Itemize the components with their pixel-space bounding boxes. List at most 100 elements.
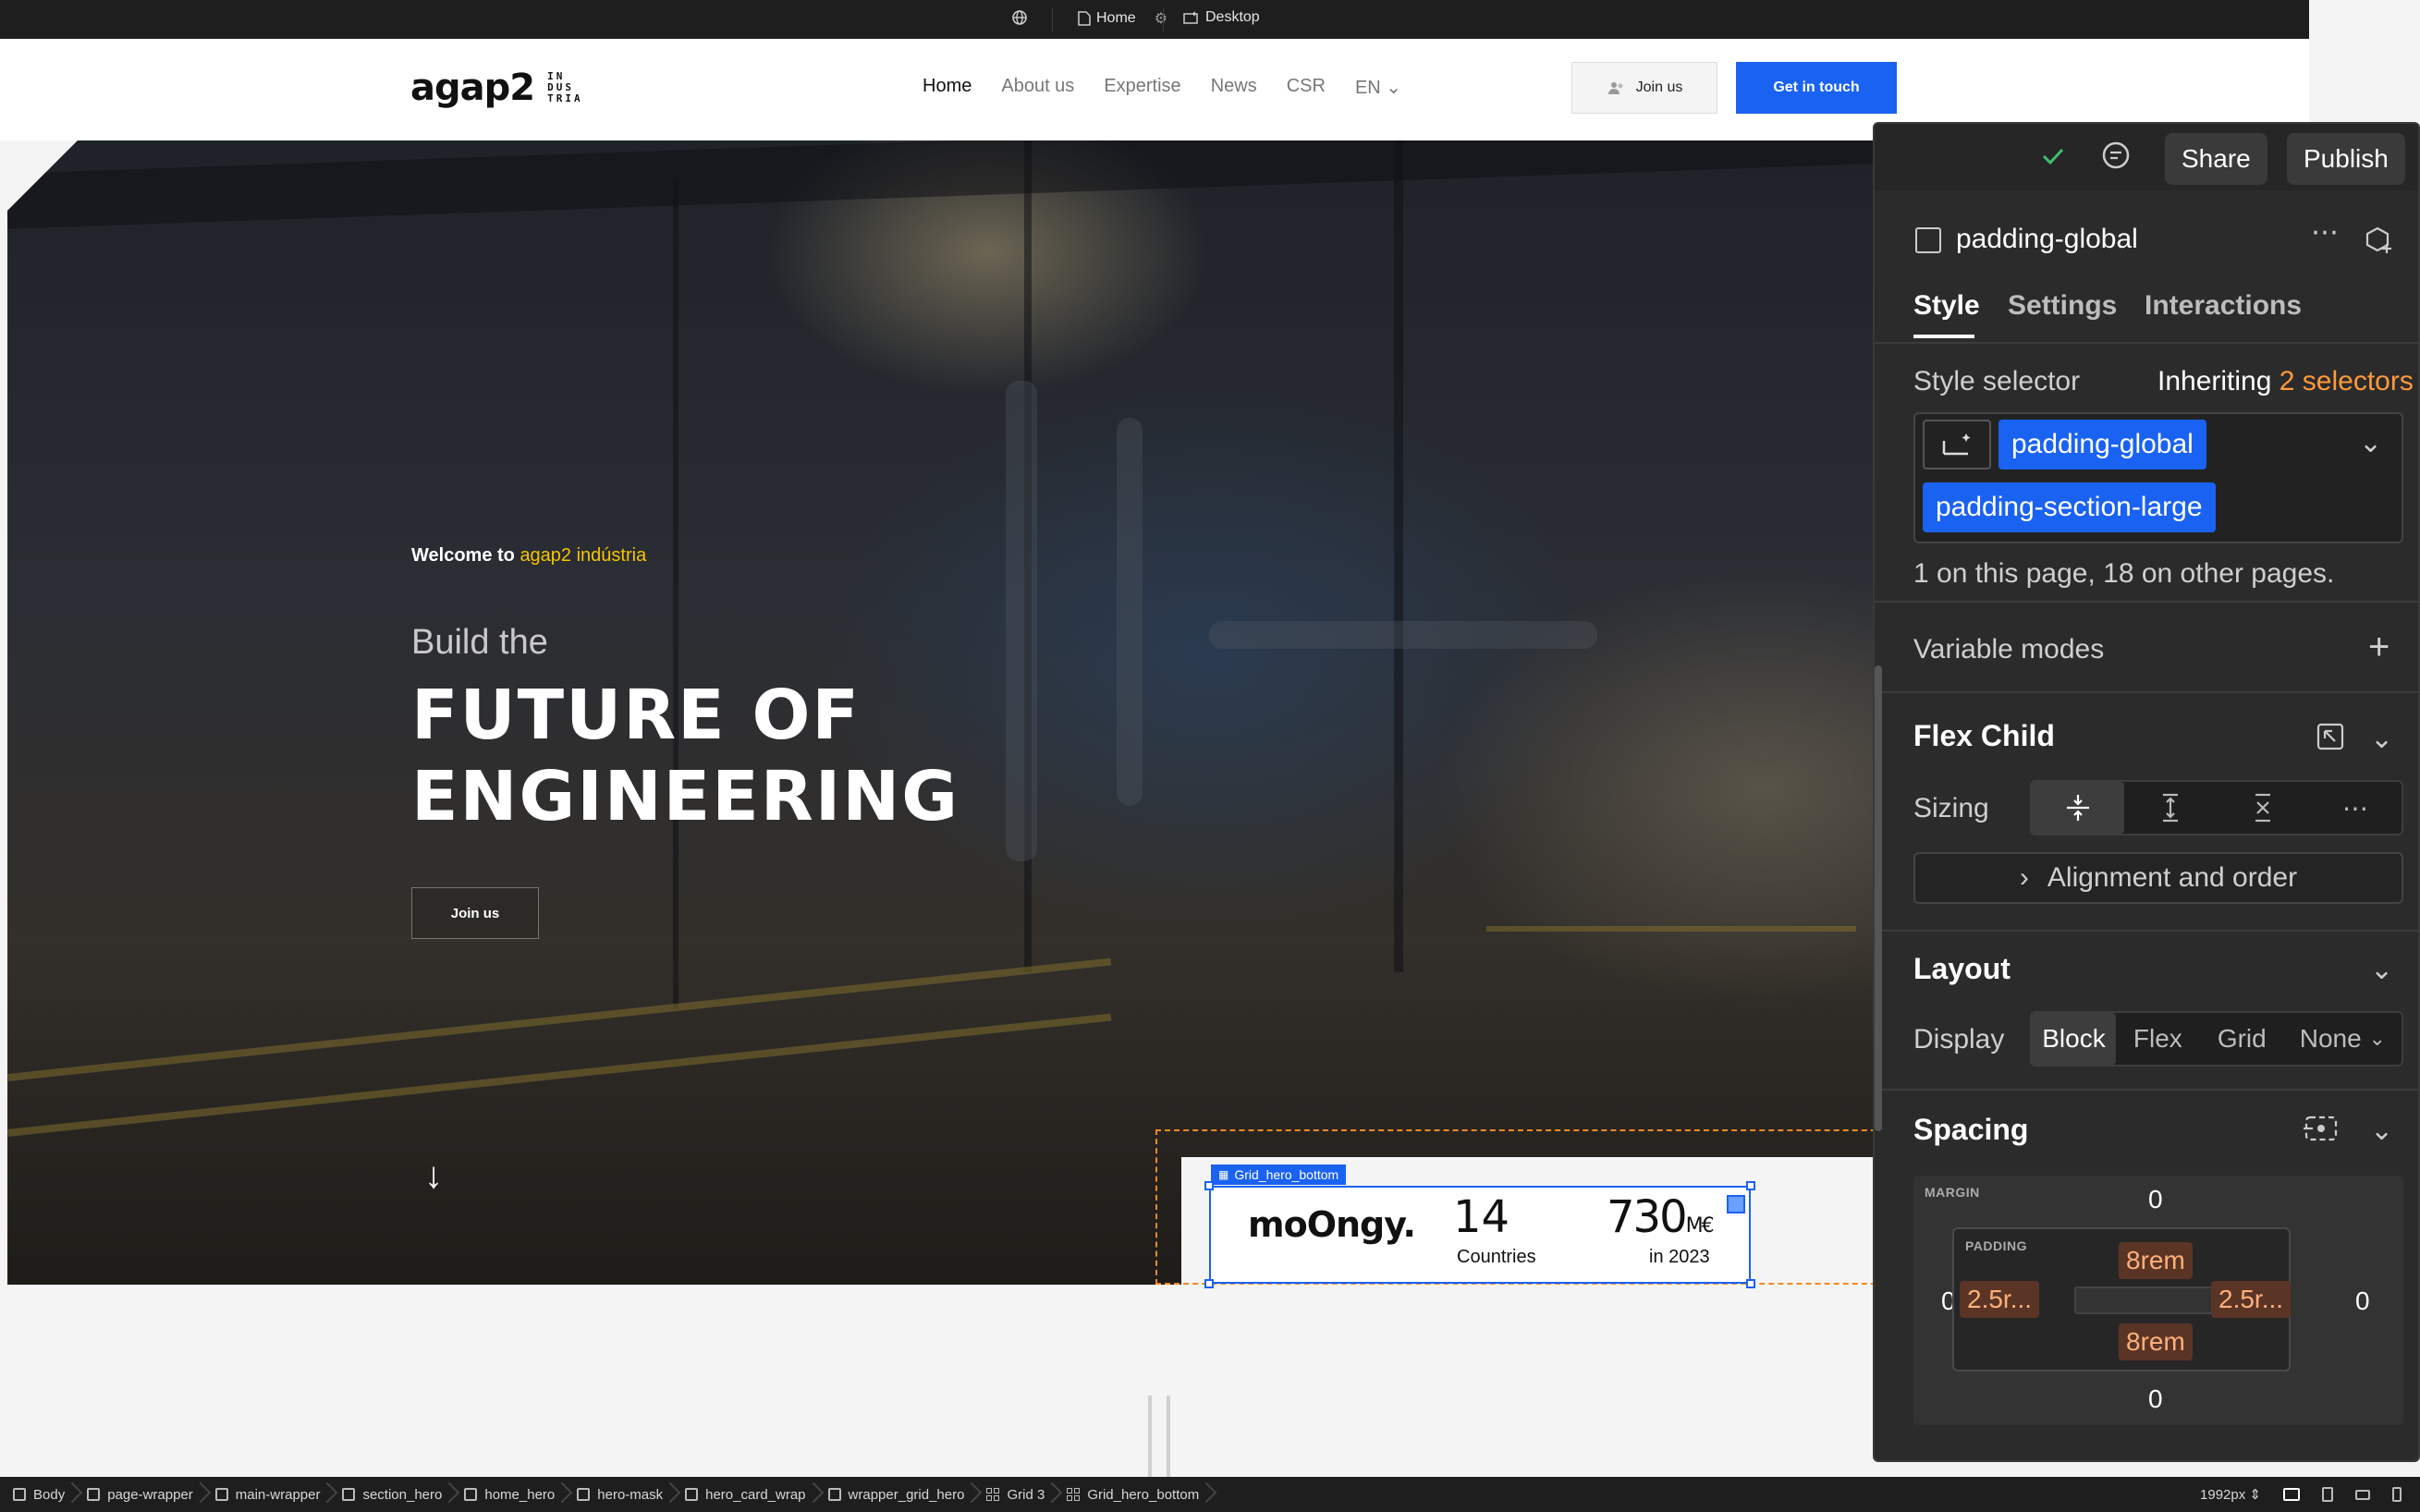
sizing-more-icon[interactable]: ⋯ [2309,782,2402,834]
get-in-touch-button[interactable]: Get in touch [1736,62,1897,114]
resize-handle[interactable] [1746,1181,1755,1190]
display-flex-option[interactable]: Flex [2116,1013,2200,1065]
tab-style[interactable]: Style [1913,290,1980,322]
breadcrumb-item[interactable]: Body [4,1477,78,1512]
resize-handle[interactable] [1204,1279,1214,1288]
hero-welcome-text: Welcome to agap2 indústria [411,545,647,566]
breadcrumb-item[interactable]: home_hero [455,1477,568,1512]
chevron-down-icon[interactable]: ⌄ [2370,1115,2393,1147]
panel-scrollbar[interactable] [1875,665,1882,1131]
style-selector-label: Style selector [1913,366,2081,396]
hero-join-button[interactable]: Join us [411,887,539,939]
display-grid-option[interactable]: Grid [2200,1013,2284,1065]
flex-child-heading: Flex Child [1913,719,2055,752]
alignment-order-button[interactable]: › Alignment and order [1913,852,2403,904]
hero-section[interactable]: Welcome to agap2 indústria Build the FUT… [7,140,1902,1285]
element-icon [87,1488,101,1501]
more-options-icon[interactable]: ⋯ [2311,216,2341,249]
spacing-variable-icon[interactable] [2304,1115,2339,1147]
sizing-segmented-control: ⋯ [2030,780,2403,835]
stat-value: 730M€ [1607,1191,1715,1243]
nav-link-expertise[interactable]: Expertise [1104,76,1180,99]
canvas-width-controls: 1992px ⇕ [2200,1477,2402,1512]
mobile-landscape-breakpoint-icon[interactable] [2355,1489,2370,1500]
padding-right-value[interactable]: 2.5r... [2211,1281,2292,1318]
inheriting-text: Inheriting 2 selectors [2157,366,2414,396]
element-checkbox-icon [1915,227,1941,253]
display-segmented-control: Block Flex Grid None ⌄ [2030,1011,2403,1067]
element-icon [214,1488,228,1501]
breadcrumb-item[interactable]: Grid 3 [977,1477,1057,1512]
active-tab-indicator [1913,335,1974,338]
nav-join-label: Join us [1635,79,1683,95]
page-selector[interactable]: Home ⚙ [1078,9,1167,28]
component-create-icon[interactable] [2365,226,2394,260]
element-icon [577,1488,591,1501]
mobile-portrait-breakpoint-icon[interactable] [2392,1487,2402,1502]
hero-title: FUTURE OF ENGINEERING [411,676,959,836]
padding-bottom-value[interactable]: 8rem [2119,1323,2193,1360]
tab-settings[interactable]: Settings [2008,290,2117,322]
site-logo[interactable]: agap2 IN DUS TRIA [410,67,583,109]
padding-left-value[interactable]: 2.5r... [1960,1281,2040,1318]
language-selector[interactable]: EN ⌄ [1355,76,1401,99]
chevron-down-icon: ⌄ [1386,78,1402,98]
element-icon [685,1488,699,1501]
display-none-option[interactable]: None ⌄ [2284,1013,2402,1065]
margin-bottom-value[interactable]: 0 [2148,1384,2163,1414]
component-icon[interactable] [1727,1195,1745,1213]
breakpoint-label: Desktop [1205,9,1260,25]
nav-link-csr[interactable]: CSR [1287,76,1326,99]
breadcrumb-item[interactable]: hero_card_wrap [676,1477,818,1512]
breadcrumb-item[interactable]: wrapper_grid_hero [819,1477,978,1512]
editor-topbar: Home ⚙ Desktop [0,0,2309,39]
breakpoint-selector-icon[interactable] [1923,420,1991,469]
globe-icon[interactable] [1011,9,1028,26]
chevron-down-icon[interactable]: ⌄ [2359,427,2382,459]
tablet-breakpoint-icon[interactable] [2322,1487,2333,1502]
style-panel: Share Publish padding-global ⋯ Style Set… [1873,122,2420,1462]
scroll-down-arrow-icon[interactable]: ↓ [424,1157,443,1194]
variable-modes-label: Variable modes [1913,634,2105,665]
publish-button[interactable]: Publish [2287,133,2405,185]
selector-chip[interactable]: padding-global [1998,420,2206,469]
inheriting-link[interactable]: 2 selectors [2279,366,2414,396]
stat-label: in 2023 [1649,1247,1710,1267]
margin-right-value[interactable]: 0 [2355,1286,2370,1316]
padding-top-value[interactable]: 8rem [2119,1242,2193,1279]
breadcrumb-item[interactable]: main-wrapper [206,1477,334,1512]
nav-link-about[interactable]: About us [1001,76,1074,99]
breadcrumb-item[interactable]: section_hero [333,1477,455,1512]
sizing-grow-icon[interactable] [2124,782,2217,834]
nav-link-news[interactable]: News [1211,76,1257,99]
nav-link-home[interactable]: Home [923,76,972,99]
chevron-down-icon[interactable]: ⌄ [2370,954,2393,986]
canvas-width-readout[interactable]: 1992px ⇕ [2200,1486,2261,1503]
sizing-shrink-icon[interactable] [2032,782,2124,834]
stats-card[interactable]: moOngy. 14 Countries 730M€ in 2023 [1204,1181,1755,1288]
breakpoint-selector[interactable]: Desktop [1183,9,1260,26]
display-block-option[interactable]: Block [2032,1013,2116,1065]
share-button[interactable]: Share [2165,133,2267,185]
tab-interactions[interactable]: Interactions [2145,290,2302,322]
nav-join-button[interactable]: Join us [1571,62,1717,114]
add-icon[interactable]: + [2368,627,2389,668]
style-selector-box[interactable]: padding-global padding-section-large ⌄ [1913,412,2403,543]
chevron-down-icon[interactable]: ⌄ [2370,723,2393,755]
desktop-breakpoint-icon[interactable] [2283,1488,2300,1501]
element-icon [13,1488,26,1501]
selected-element-tag[interactable]: ▦ Grid_hero_bottom [1211,1164,1347,1185]
comment-icon[interactable] [2100,140,2132,177]
grid-icon [986,1488,1000,1501]
breadcrumb-item[interactable]: hero-mask [568,1477,676,1512]
layout-heading: Layout [1913,952,2011,985]
selector-chip[interactable]: padding-section-large [1923,482,2216,532]
resize-handle[interactable] [1204,1181,1214,1190]
resize-handle[interactable] [1746,1279,1755,1288]
sizing-none-icon[interactable] [2217,782,2309,834]
margin-top-value[interactable]: 0 [2148,1185,2163,1214]
page-settings-icon[interactable]: ⚙ [1155,9,1167,28]
flex-child-info-icon[interactable] [2316,723,2344,755]
breadcrumb-item[interactable]: Grid_hero_bottom [1057,1477,1212,1512]
breadcrumb-item[interactable]: page-wrapper [78,1477,206,1512]
